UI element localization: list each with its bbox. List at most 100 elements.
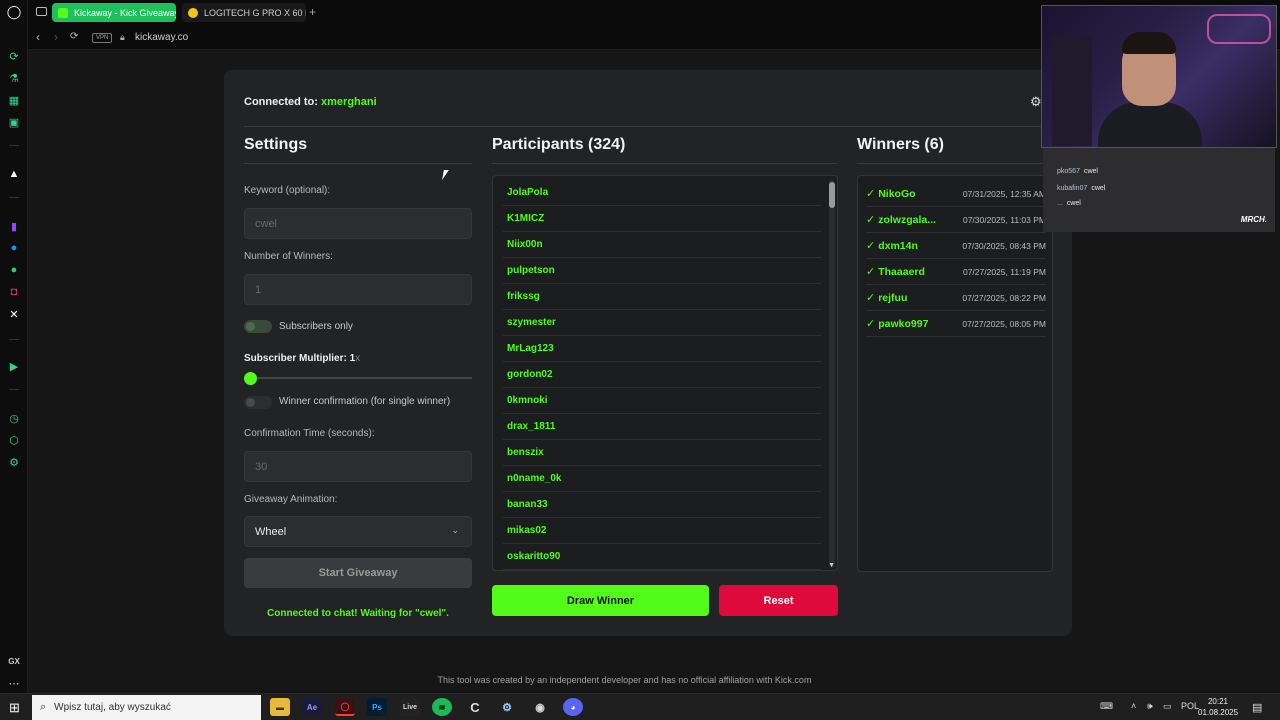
winner-confirmation-toggle[interactable] [244,396,272,409]
participants-scrollbar[interactable] [829,180,835,568]
divider [492,163,838,164]
instagram-icon[interactable]: ◘ [7,285,21,299]
settings-title: Settings [244,136,308,153]
history-icon[interactable]: ◷ [7,411,21,425]
x-icon[interactable]: ✕ [7,307,21,321]
keyword-input[interactable]: cwel [244,208,472,239]
sidebar-divider [9,197,19,198]
multiplier-slider-track[interactable] [250,377,472,379]
new-tab-button[interactable]: + [309,5,316,19]
winner-name: dxm14n [878,239,918,252]
winner-row: ✓ pawko997 07/27/2025, 08:05 PM [866,311,1046,337]
subscribers-only-toggle[interactable] [244,320,272,333]
list-item: drax_1811 [503,414,821,440]
opera-gx-icon[interactable]: ◯ [335,698,355,716]
url-field[interactable]: kickaway.co [135,32,188,43]
chat-message: pko567 cwel [1057,168,1098,175]
flask-icon[interactable]: ⚗ [7,71,21,85]
spotify-icon[interactable]: ≋ [432,698,452,716]
winners-count-label: Number of Winners: [244,251,333,262]
multiplier-label-text: Subscriber Multiplier: 1 [244,353,356,364]
aria-icon[interactable]: ▲ [7,167,21,181]
tab-label: LOGITECH G PRO X 60 LI [204,7,306,18]
keyword-label: Keyword (optional): [244,185,331,196]
list-item: banan33 [503,492,821,518]
file-explorer-icon[interactable]: ▬ [270,698,290,716]
reload-icon[interactable]: ⟳ [70,31,78,42]
list-item: JolaPola [503,180,821,206]
settings-sidebar-icon[interactable]: ⚙ [7,455,21,469]
refresh-sidebar-icon[interactable]: ⟳ [7,49,21,63]
list-item: n0name_0k [503,466,821,492]
check-icon: ✓ [866,292,876,304]
draw-winner-button[interactable]: Draw Winner [492,585,709,616]
player-icon[interactable]: ▶ [7,359,21,373]
webcam-overlay [1041,5,1277,148]
confirm-time-input[interactable]: 30 [244,451,472,482]
ableton-live-icon[interactable]: Live [400,698,420,716]
animation-select[interactable]: Wheel ⌄ [244,516,472,547]
winner-name: NikoGo [878,187,916,200]
scroll-down-icon[interactable]: ▼ [828,562,835,569]
tab-overview-icon[interactable] [36,7,47,16]
stream-badge: MRCH. [1240,215,1267,224]
taskbar-search[interactable]: ⌕ Wpisz tutaj, aby wyszukać [32,695,261,720]
person-shirt-shape [1098,102,1202,147]
participants-list[interactable]: JolaPola K1MICZ Niix00n pulpetson frikss… [492,175,838,571]
capcut-icon[interactable]: C [465,698,485,716]
youtube-favicon-icon [188,7,198,18]
winner-confirmation-label: Winner confirmation (for single winner) [279,396,451,407]
check-icon: ✓ [866,318,876,330]
discord-icon[interactable]: ◕ [563,698,583,716]
photoshop-icon[interactable]: Ps [367,698,387,716]
winners-count-input[interactable]: 1 [244,274,472,305]
steam-icon[interactable]: ⚙ [497,698,517,716]
extensions-icon[interactable]: ⬡ [7,433,21,447]
taskbar-clock[interactable]: 20:21 01.08.2025 [1198,696,1238,718]
winners-title: Winners (6) [857,136,944,153]
check-icon: ✓ [866,266,876,278]
chart-icon[interactable]: ▦ [7,93,21,107]
network-icon[interactable]: ▭ [1163,701,1172,712]
vpn-badge[interactable]: VPN [92,33,113,43]
connection-status: Connected to: xmerghani [244,96,377,108]
start-giveaway-button[interactable]: Start Giveaway [244,558,472,588]
mouse-cursor-icon [442,170,454,180]
gear-icon[interactable]: ⚙ [1030,94,1042,110]
whatsapp-icon[interactable]: ● [7,263,21,277]
tray-chevron-icon[interactable]: ˄ [1131,701,1136,711]
messenger-icon[interactable]: ● [7,241,21,255]
reset-button[interactable]: Reset [719,585,838,616]
winner-row: ✓ NikoGo 07/31/2025, 12:35 AM [866,181,1046,207]
back-icon[interactable]: ‹ [36,30,40,44]
winner-name: Thaaaerd [878,265,925,278]
forward-icon[interactable]: › [54,30,58,44]
winner-date: 07/30/2025, 08:43 PM [962,240,1046,251]
twitch-icon[interactable]: ▮ [7,219,21,233]
list-item: mikas02 [503,518,821,544]
tab-kickaway[interactable]: Kickaway - Kick Giveaway [52,3,176,22]
chat-status-message: Connected to chat! Waiting for "cwel". [267,608,449,619]
multiplier-slider-knob[interactable] [244,372,257,385]
opera-logo-icon[interactable]: ◯ [7,4,22,19]
gx-icon[interactable]: GX [7,654,21,668]
m-app-icon[interactable]: ▣ [7,115,21,129]
winner-date: 07/31/2025, 12:35 AM [962,188,1046,199]
keyboard-icon[interactable]: ⌨ [1100,701,1113,712]
language-indicator[interactable]: POL [1181,701,1199,711]
chat-text: cwel [1066,200,1081,207]
neon-sign-shape [1207,14,1271,44]
participants-scroll-thumb[interactable] [829,182,835,208]
notifications-icon[interactable]: ▤ [1252,701,1262,714]
participants-title: Participants (324) [492,136,626,153]
windows-start-icon[interactable]: ⊞ [9,700,20,716]
obs-icon[interactable]: ◉ [530,698,550,716]
more-icon[interactable]: ⋯ [7,676,21,690]
winner-date: 07/27/2025, 08:22 PM [962,292,1046,303]
volume-icon[interactable]: 🕪︎ [1147,701,1153,712]
lock-icon[interactable]: 🔒︎ [120,32,125,43]
tab-logitech[interactable]: LOGITECH G PRO X 60 LI [182,3,306,22]
after-effects-icon[interactable]: Ae [302,698,322,716]
list-item: benszix [503,440,821,466]
search-icon: ⌕ [40,701,47,713]
